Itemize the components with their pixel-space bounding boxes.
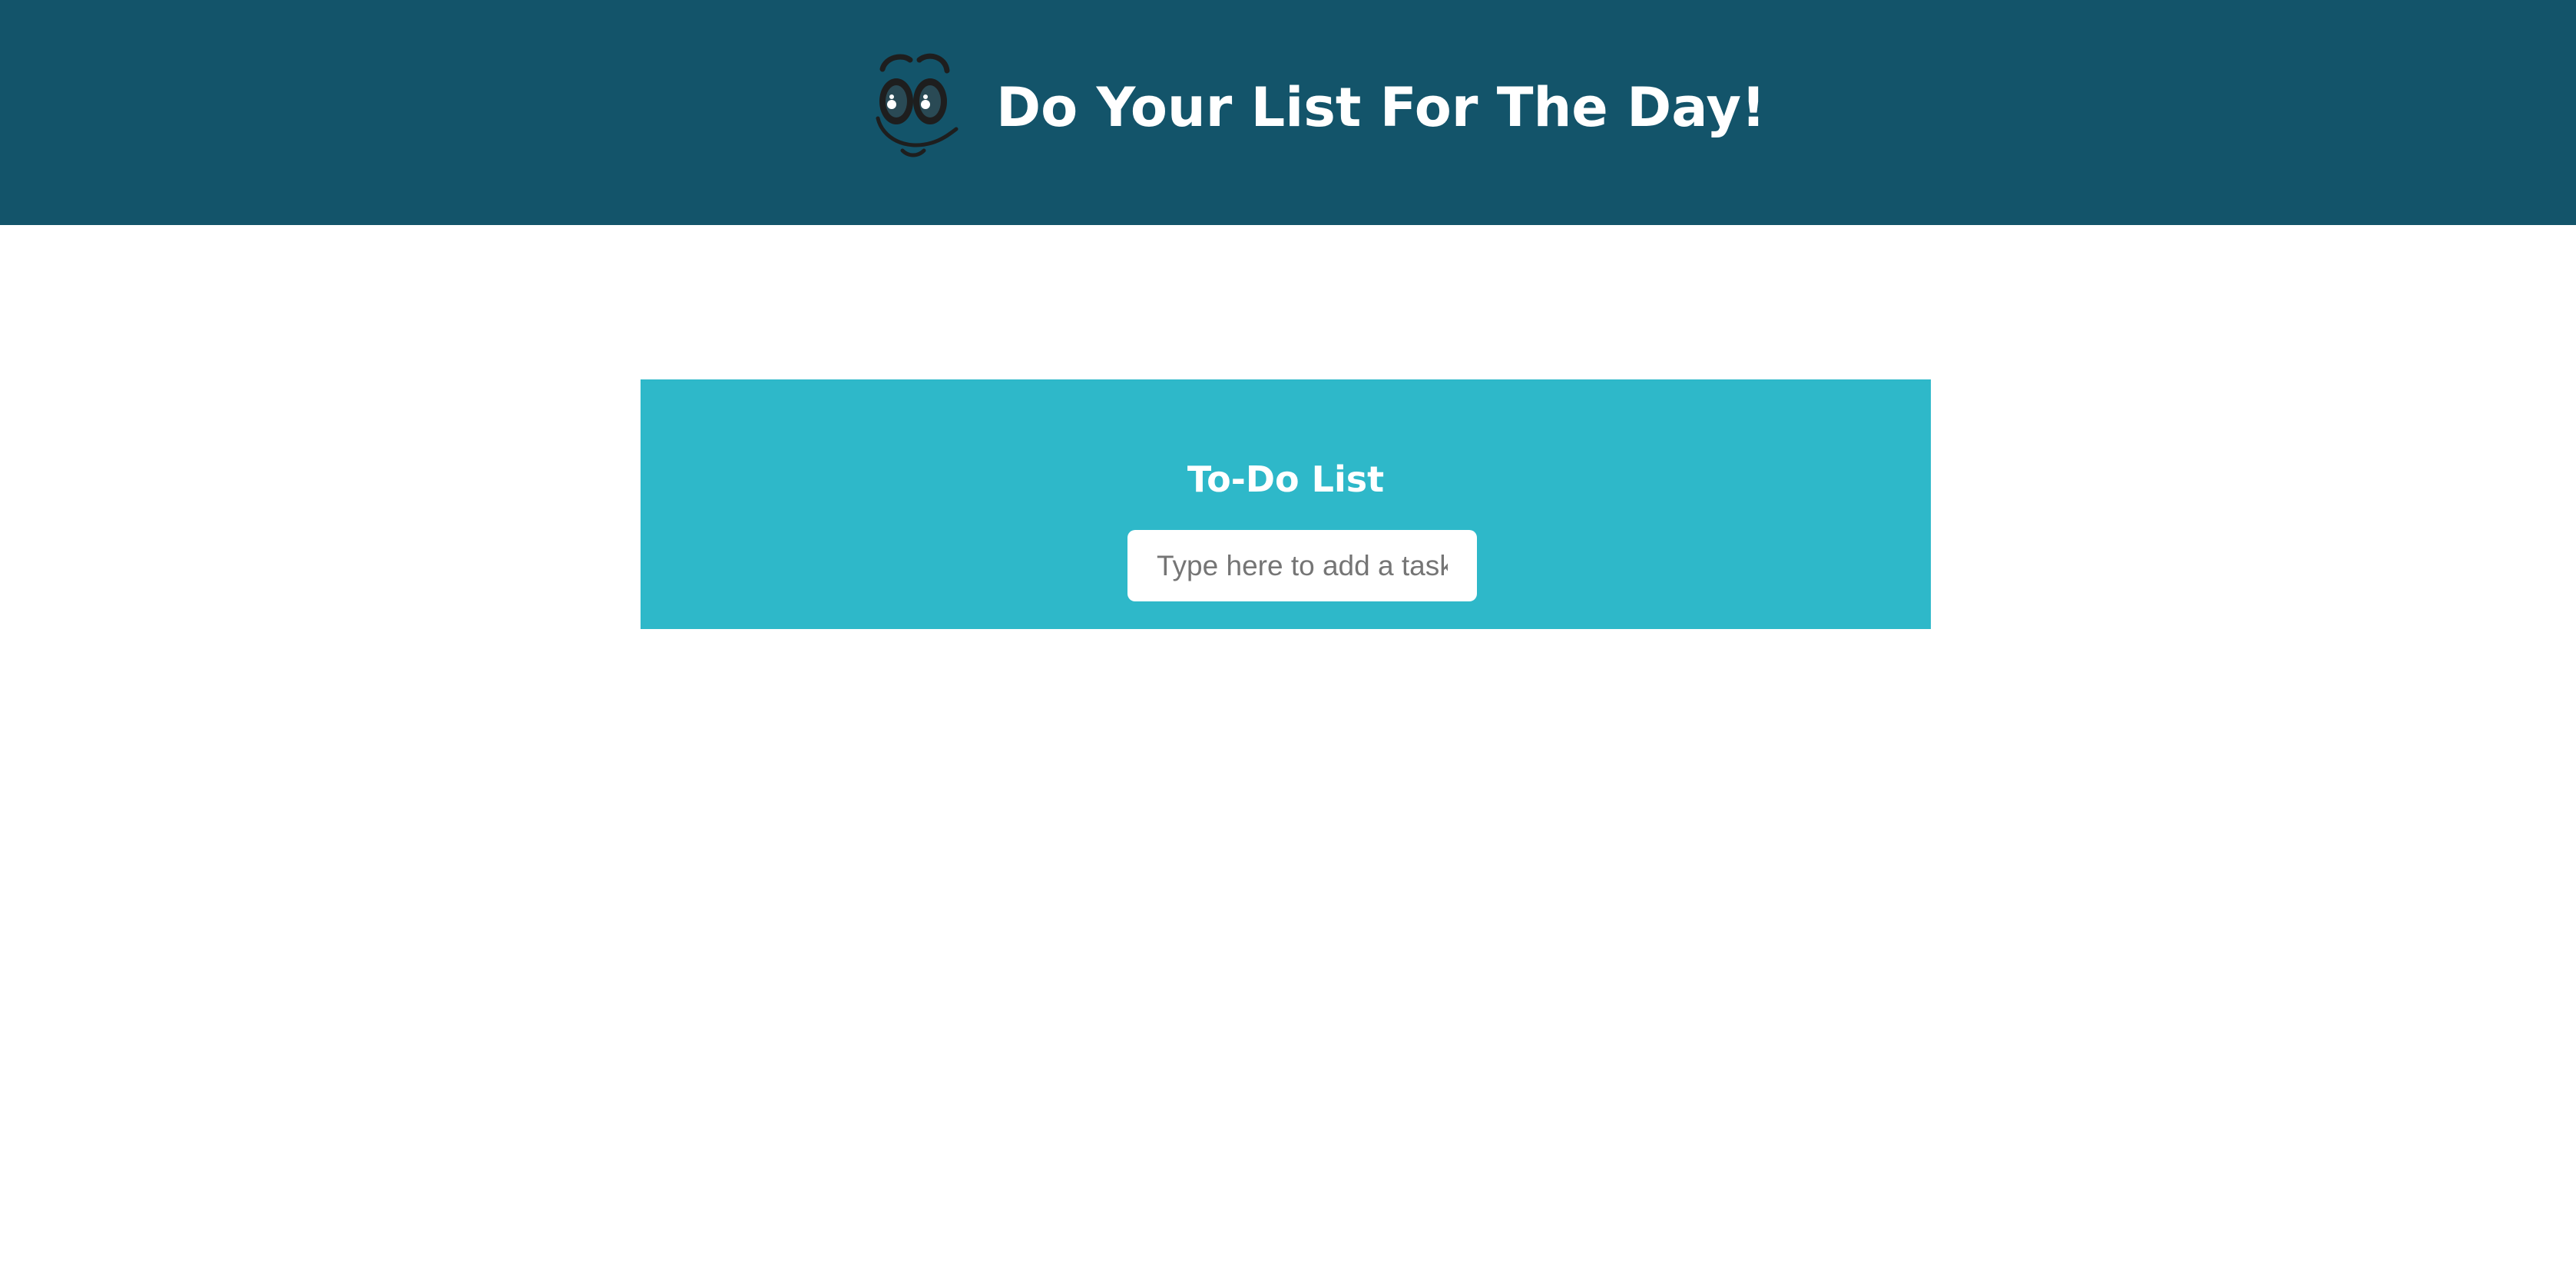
page-title: Do Your List For The Day!: [996, 76, 1766, 139]
todo-list-panel: To-Do List: [641, 379, 1931, 629]
cartoon-face-icon: [872, 52, 961, 163]
todo-list-heading: To-Do List: [1187, 459, 1385, 500]
page-header: Do Your List For The Day!: [0, 0, 2576, 225]
add-task-input[interactable]: [1127, 530, 1477, 601]
